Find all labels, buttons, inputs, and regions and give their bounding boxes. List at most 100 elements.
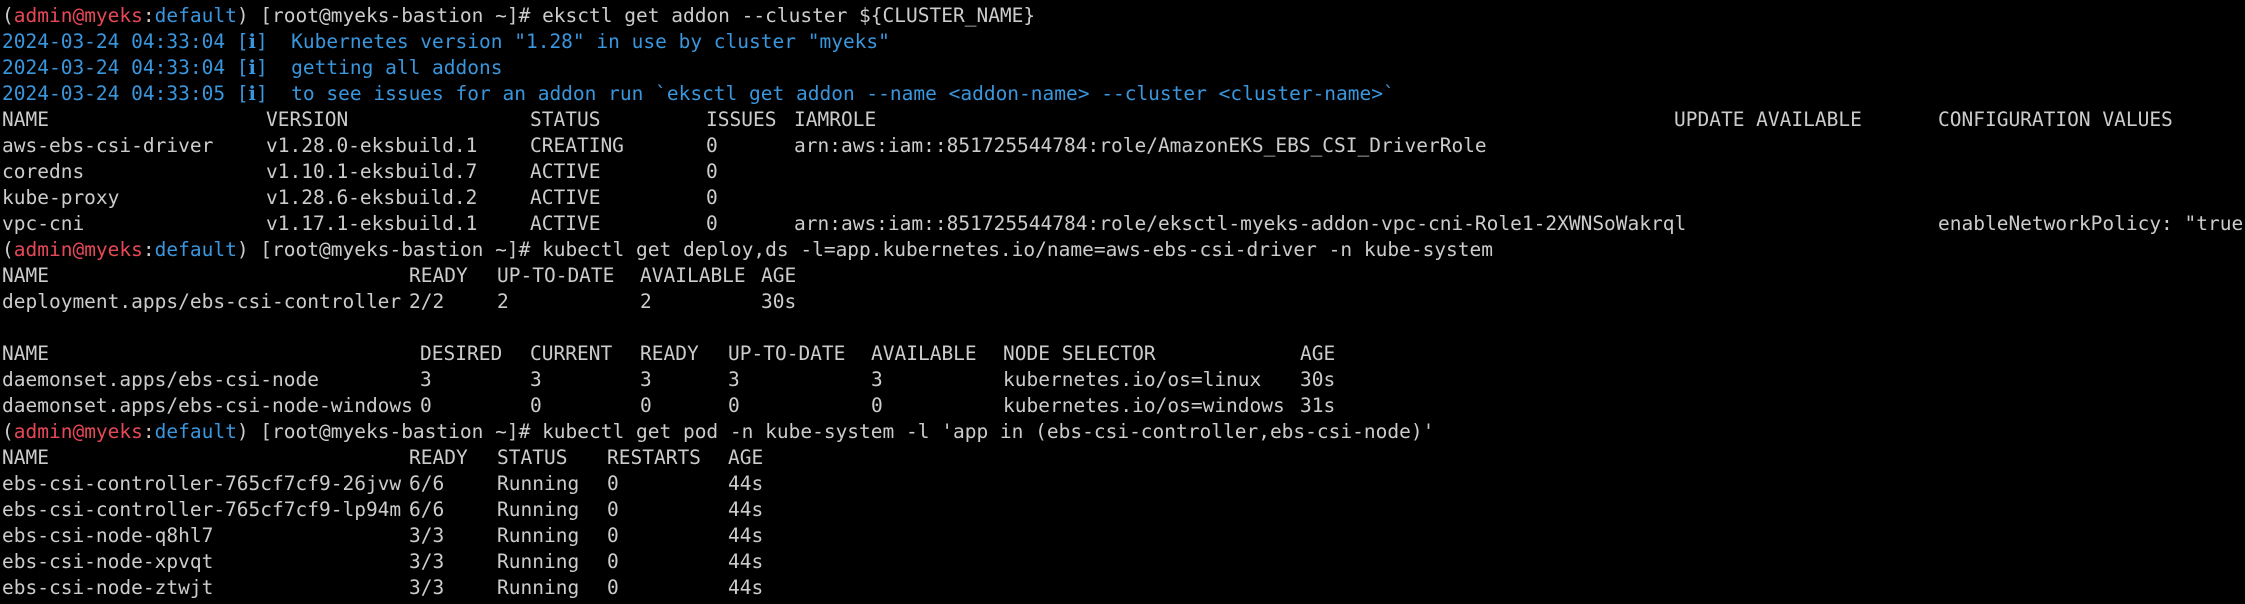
table-cell: Running <box>497 472 580 495</box>
table-cell: 0 <box>530 394 542 417</box>
table-row: NAME READY STATUS RESTARTS AGE <box>2 445 2245 471</box>
table-cell: 2/2 <box>409 290 445 313</box>
table-cell: 3 <box>871 368 883 391</box>
info-log-text: 2024-03-24 04:33:04 [ℹ] getting all addo… <box>2 56 503 79</box>
table-cell: CONFIGURATION VALUES <box>1938 108 2173 131</box>
table-row: NAME READY UP-TO-DATE AVAILABLE AGE <box>2 263 2245 289</box>
table-cell: v1.17.1-eksbuild.1 <box>266 212 478 235</box>
prompt-context: default <box>154 238 237 261</box>
table-row: vpc-cni v1.17.1-eksbuild.1 ACTIVE 0 arn:aws:… <box>2 211 2245 237</box>
table-cell: 3/3 <box>409 550 445 573</box>
table-cell: daemonset.apps/ebs-csi-node-windows <box>2 394 413 417</box>
table-cell: Running <box>497 498 580 521</box>
table-cell: v1.10.1-eksbuild.7 <box>266 160 478 183</box>
table-cell: IAMROLE <box>794 108 877 131</box>
table-cell: AGE <box>1300 342 1336 365</box>
table-cell: Running <box>497 550 580 573</box>
terminal-output[interactable]: (admin@myeks:default) [root@myeks-bastio… <box>0 0 2245 604</box>
table-row: NAME DESIRED CURRENT READY UP-TO-DATE AVAILAB… <box>2 341 2245 367</box>
table-row: daemonset.apps/ebs-csi-node 3 3 3 3 3 kubernet… <box>2 367 2245 393</box>
table-cell: 6/6 <box>409 472 445 495</box>
info-log-line: 2024-03-24 04:33:04 [ℹ] getting all addo… <box>2 55 2245 81</box>
table-cell: CREATING <box>530 134 624 157</box>
table-cell: 0 <box>607 524 619 547</box>
table-cell: 0 <box>640 394 652 417</box>
prompt-context: default <box>154 420 237 443</box>
table-cell: 0 <box>728 394 740 417</box>
table-row: ebs-csi-node-xpvqt 3/3 Running 0 44s <box>2 549 2245 575</box>
table-row: ebs-csi-node-q8hl7 3/3 Running 0 44s <box>2 523 2245 549</box>
table-cell: NODE SELECTOR <box>1003 342 1156 365</box>
table-cell: vpc-cni <box>2 212 85 235</box>
table-cell: v1.28.6-eksbuild.2 <box>266 186 478 209</box>
table-row: ebs-csi-controller-765cf7cf9-lp94m 6/6 Run… <box>2 497 2245 523</box>
prompt-open-paren: ( <box>2 420 14 443</box>
table-cell: VERSION <box>266 108 349 131</box>
prompt-command: ) [root@myeks-bastion ~]# kubectl get de… <box>236 238 1494 261</box>
table-cell: ebs-csi-controller-765cf7cf9-lp94m <box>2 498 402 521</box>
table-cell: ACTIVE <box>530 212 601 235</box>
table-row: daemonset.apps/ebs-csi-node-windows 0 0 0 0 0… <box>2 393 2245 419</box>
table-cell: ebs-csi-node-xpvqt <box>2 550 214 573</box>
table-cell: 0 <box>607 472 619 495</box>
info-log-text: 2024-03-24 04:33:05 [ℹ] to see issues fo… <box>2 82 1395 105</box>
table-cell: 2 <box>640 290 652 313</box>
table-cell: Running <box>497 524 580 547</box>
table-cell: UP-TO-DATE <box>497 264 615 287</box>
prompt-line: (admin@myeks:default) [root@myeks-bastio… <box>2 237 2245 263</box>
prompt-command: ) [root@myeks-bastion ~]# kubectl get po… <box>236 420 1435 443</box>
table-cell: 3 <box>728 368 740 391</box>
table-cell: NAME <box>2 342 49 365</box>
table-row: kube-proxy v1.28.6-eksbuild.2 ACTIVE 0 <box>2 185 2245 211</box>
prompt-user: admin@myeks <box>13 420 143 443</box>
table-row: NAME VERSION STATUS ISSUES IAMROLE UPDATE AVA… <box>2 107 2245 133</box>
table-cell: AVAILABLE <box>640 264 746 287</box>
table-cell: AGE <box>761 264 797 287</box>
table-cell: 3 <box>420 368 432 391</box>
table-cell: 44s <box>728 498 764 521</box>
table-cell: DESIRED <box>420 342 503 365</box>
table-cell: Running <box>497 576 580 599</box>
table-cell: 0 <box>706 160 718 183</box>
table-cell: NAME <box>2 108 49 131</box>
prompt-command: ) [root@myeks-bastion ~]# eksctl get add… <box>236 4 1036 27</box>
table-cell: 31s <box>1300 394 1336 417</box>
table-cell: 0 <box>871 394 883 417</box>
table-cell: 3/3 <box>409 576 445 599</box>
table-cell: 0 <box>607 498 619 521</box>
prompt-separator: : <box>142 238 155 261</box>
table-row: deployment.apps/ebs-csi-controller 2/2 2 2 3… <box>2 289 2245 315</box>
table-cell: STATUS <box>530 108 601 131</box>
table-cell: 2 <box>497 290 509 313</box>
table-cell: 44s <box>728 472 764 495</box>
table-cell: ebs-csi-node-ztwjt <box>2 576 214 599</box>
table-cell: ebs-csi-node-q8hl7 <box>2 524 214 547</box>
info-log-line: 2024-03-24 04:33:05 [ℹ] to see issues fo… <box>2 81 2245 107</box>
table-cell: daemonset.apps/ebs-csi-node <box>2 368 319 391</box>
table-row: ebs-csi-node-ztwjt 3/3 Running 0 44s <box>2 575 2245 601</box>
prompt-open-paren: ( <box>2 238 14 261</box>
table-cell: deployment.apps/ebs-csi-controller <box>2 290 402 313</box>
prompt-user: admin@myeks <box>13 238 143 261</box>
table-cell: AGE <box>728 446 764 469</box>
table-cell: AVAILABLE <box>871 342 977 365</box>
table-cell: kubernetes.io/os=windows <box>1003 394 1285 417</box>
table-cell: UPDATE AVAILABLE <box>1674 108 1862 131</box>
table-cell: 3 <box>530 368 542 391</box>
table-cell: arn:aws:iam::851725544784:role/eksctl-my… <box>794 212 1687 235</box>
prompt-user: admin@myeks <box>13 4 143 27</box>
prompt-separator: : <box>142 420 155 443</box>
table-row: coredns v1.10.1-eksbuild.7 ACTIVE 0 <box>2 159 2245 185</box>
prompt-separator: : <box>142 4 155 27</box>
table-cell: READY <box>640 342 699 365</box>
table-cell: CURRENT <box>530 342 613 365</box>
table-cell: 0 <box>706 212 718 235</box>
info-log-line: 2024-03-24 04:33:04 [ℹ] Kubernetes versi… <box>2 29 2245 55</box>
table-cell: arn:aws:iam::851725544784:role/AmazonEKS… <box>794 134 1487 157</box>
table-cell: kubernetes.io/os=linux <box>1003 368 1262 391</box>
table-cell: 0 <box>607 550 619 573</box>
table-cell: UP-TO-DATE <box>728 342 846 365</box>
table-cell: NAME <box>2 264 49 287</box>
table-cell: RESTARTS <box>607 446 701 469</box>
table-cell: 44s <box>728 576 764 599</box>
